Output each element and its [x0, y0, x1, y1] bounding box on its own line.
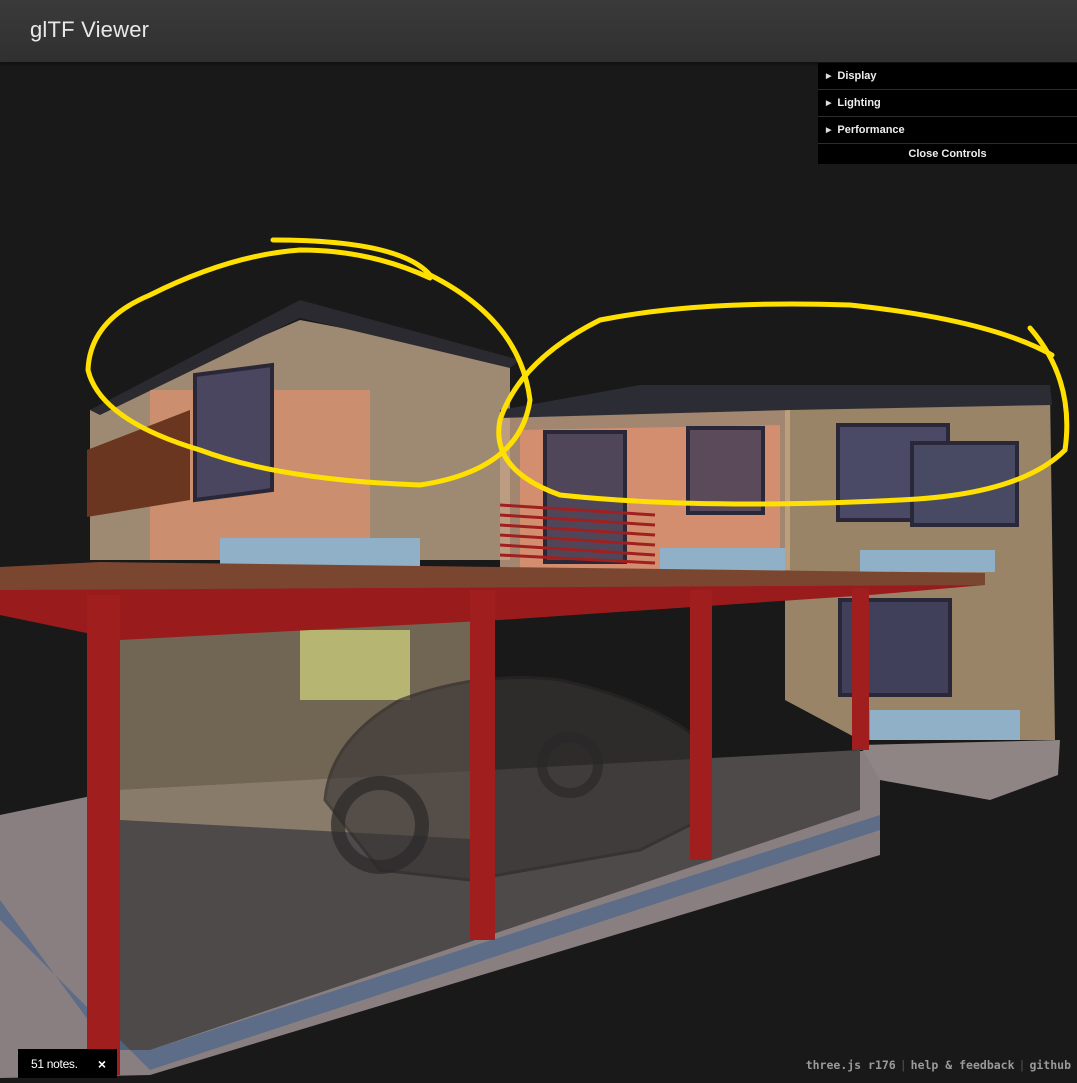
- folder-display[interactable]: ▶ Display: [818, 63, 1077, 90]
- column: [690, 590, 712, 860]
- notes-badge: 51 notes. ×: [18, 1049, 117, 1078]
- close-controls-button[interactable]: Close Controls: [818, 144, 1077, 164]
- folder-lighting[interactable]: ▶ Lighting: [818, 90, 1077, 117]
- app-title: glTF Viewer: [30, 17, 150, 42]
- close-icon[interactable]: ×: [98, 1056, 106, 1072]
- notes-count: 51 notes.: [31, 1056, 78, 1071]
- bed-2: [660, 548, 785, 572]
- window-left: [193, 362, 274, 503]
- bed-1: [220, 538, 420, 568]
- controls-panel: ▶ Display ▶ Lighting ▶ Performance Close Co…: [818, 63, 1077, 164]
- kitchen-wall: [300, 630, 410, 700]
- column: [470, 590, 495, 940]
- separator: |: [899, 1058, 907, 1072]
- github-link[interactable]: github: [1029, 1058, 1071, 1072]
- footer-links: three.js r176 | help & feedback | github: [806, 1058, 1071, 1072]
- window-mid2: [686, 426, 765, 515]
- app-header: glTF Viewer: [0, 0, 1077, 62]
- version-link[interactable]: three.js r176: [806, 1058, 896, 1072]
- right-slab: [860, 740, 1060, 800]
- 3d-viewport[interactable]: [0, 62, 1077, 1078]
- folder-performance[interactable]: ▶ Performance: [818, 117, 1077, 144]
- bed-4: [870, 710, 1020, 740]
- separator: |: [1018, 1058, 1026, 1072]
- bed-3: [860, 550, 995, 572]
- folder-label: Performance: [837, 124, 905, 136]
- column: [87, 595, 120, 1075]
- column: [852, 588, 869, 750]
- triangle-right-icon: ▶: [826, 73, 832, 80]
- folder-label: Display: [837, 70, 877, 82]
- folder-label: Lighting: [837, 97, 881, 109]
- triangle-right-icon: ▶: [826, 100, 832, 107]
- triangle-right-icon: ▶: [826, 127, 832, 134]
- help-feedback-link[interactable]: help & feedback: [911, 1058, 1015, 1072]
